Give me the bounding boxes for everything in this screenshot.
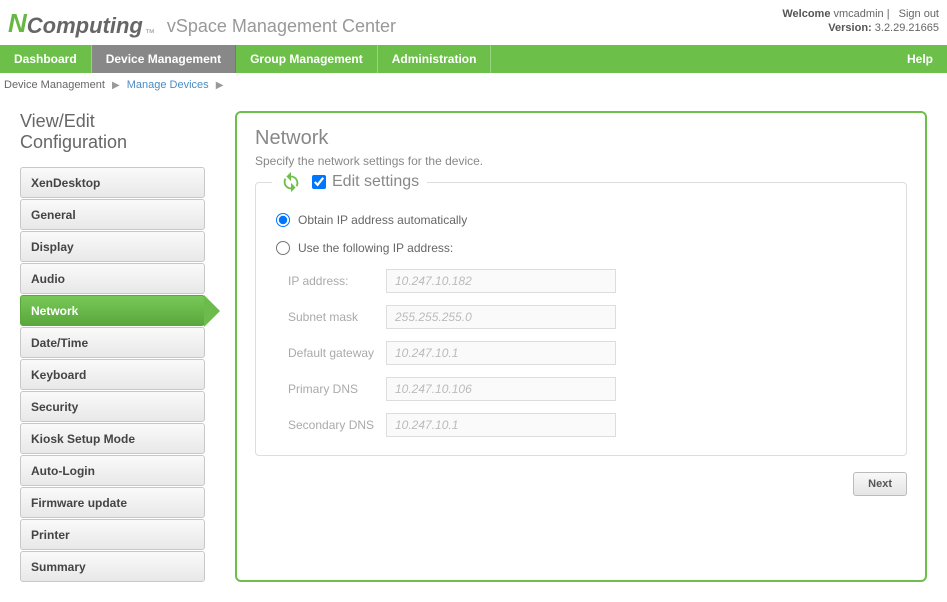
header-left: NComputing™ vSpace Management Center <box>8 8 396 39</box>
refresh-icon[interactable] <box>280 171 302 193</box>
sidebar-item-display[interactable]: Display <box>20 231 205 262</box>
gateway-input[interactable] <box>386 341 616 365</box>
config-panel: Network Specify the network settings for… <box>235 111 927 582</box>
navbar: Dashboard Device Management Group Manage… <box>0 45 947 73</box>
nav-spacer <box>491 45 893 73</box>
header: NComputing™ vSpace Management Center Wel… <box>0 0 947 45</box>
panel-description: Specify the network settings for the dev… <box>255 154 907 168</box>
ip-label: IP address: <box>288 274 386 288</box>
sidebar-item-xendesktop[interactable]: XenDesktop <box>20 167 205 198</box>
radio-manual[interactable] <box>276 241 290 255</box>
signout-link[interactable]: Sign out <box>899 8 939 20</box>
username: vmcadmin <box>834 8 884 20</box>
edit-settings-checkbox[interactable] <box>312 175 326 189</box>
sidebar-item-keyboard[interactable]: Keyboard <box>20 359 205 390</box>
nav-group-management[interactable]: Group Management <box>236 45 378 73</box>
welcome-label: Welcome <box>782 8 830 20</box>
panel-footer: Next <box>255 472 907 496</box>
welcome-line: Welcome vmcadmin | Sign out <box>782 8 939 20</box>
dns1-label: Primary DNS <box>288 382 386 396</box>
dns2-label: Secondary DNS <box>288 418 386 432</box>
content: View/Edit Configuration XenDesktop Gener… <box>0 97 947 602</box>
radio-auto-row: Obtain IP address automatically <box>276 213 886 227</box>
network-fields: IP address: Subnet mask Default gateway … <box>288 269 886 437</box>
sidebar: XenDesktop General Display Audio Network… <box>20 167 205 582</box>
logo-rest: Computing <box>27 13 143 39</box>
radio-auto-label: Obtain IP address automatically <box>298 213 467 227</box>
legend-text: Edit settings <box>332 173 419 191</box>
logo: NComputing™ <box>8 8 155 39</box>
edit-settings-checkbox-label: Edit settings <box>312 173 419 191</box>
gateway-row: Default gateway <box>288 341 886 365</box>
sidebar-item-datetime[interactable]: Date/Time <box>20 327 205 358</box>
nav-administration[interactable]: Administration <box>378 45 492 73</box>
subnet-row: Subnet mask <box>288 305 886 329</box>
dns2-input[interactable] <box>386 413 616 437</box>
subnet-input[interactable] <box>386 305 616 329</box>
next-button[interactable]: Next <box>853 472 907 496</box>
sidebar-item-audio[interactable]: Audio <box>20 263 205 294</box>
header-right: Welcome vmcadmin | Sign out Version: 3.2… <box>782 8 939 34</box>
version-line: Version: 3.2.29.21665 <box>782 22 939 34</box>
sidebar-item-autologin[interactable]: Auto-Login <box>20 455 205 486</box>
logo-first-letter: N <box>8 8 27 39</box>
fieldset-legend: Edit settings <box>272 171 427 193</box>
dns1-input[interactable] <box>386 377 616 401</box>
page-title: View/Edit Configuration <box>20 111 205 153</box>
version-value: 3.2.29.21665 <box>875 22 939 34</box>
gateway-label: Default gateway <box>288 346 386 360</box>
sidebar-item-firmware[interactable]: Firmware update <box>20 487 205 518</box>
logo-tm: ™ <box>145 28 155 39</box>
edit-settings-fieldset: Edit settings Obtain IP address automati… <box>255 182 907 456</box>
sidebar-item-security[interactable]: Security <box>20 391 205 422</box>
dns1-row: Primary DNS <box>288 377 886 401</box>
nav-device-management[interactable]: Device Management <box>92 45 236 73</box>
sidebar-item-kiosk[interactable]: Kiosk Setup Mode <box>20 423 205 454</box>
ip-row: IP address: <box>288 269 886 293</box>
nav-dashboard[interactable]: Dashboard <box>0 45 92 73</box>
radio-manual-row: Use the following IP address: <box>276 241 886 255</box>
breadcrumb-item-1: Device Management <box>4 79 105 91</box>
dns2-row: Secondary DNS <box>288 413 886 437</box>
chevron-right-icon: ▶ <box>112 80 120 91</box>
chevron-right-icon: ▶ <box>216 80 224 91</box>
nav-help[interactable]: Help <box>893 45 947 73</box>
subnet-label: Subnet mask <box>288 310 386 324</box>
sidebar-item-printer[interactable]: Printer <box>20 519 205 550</box>
version-label: Version: <box>828 22 871 34</box>
panel-title: Network <box>255 127 907 150</box>
sidebar-item-general[interactable]: General <box>20 199 205 230</box>
breadcrumb-item-2[interactable]: Manage Devices <box>127 79 209 91</box>
radio-auto[interactable] <box>276 213 290 227</box>
app-title: vSpace Management Center <box>167 16 396 37</box>
breadcrumb: Device Management ▶ Manage Devices ▶ <box>0 73 947 97</box>
sidebar-item-summary[interactable]: Summary <box>20 551 205 582</box>
sidebar-item-network[interactable]: Network <box>20 295 205 326</box>
ip-input[interactable] <box>386 269 616 293</box>
left-column: View/Edit Configuration XenDesktop Gener… <box>20 111 205 582</box>
radio-manual-label: Use the following IP address: <box>298 241 453 255</box>
